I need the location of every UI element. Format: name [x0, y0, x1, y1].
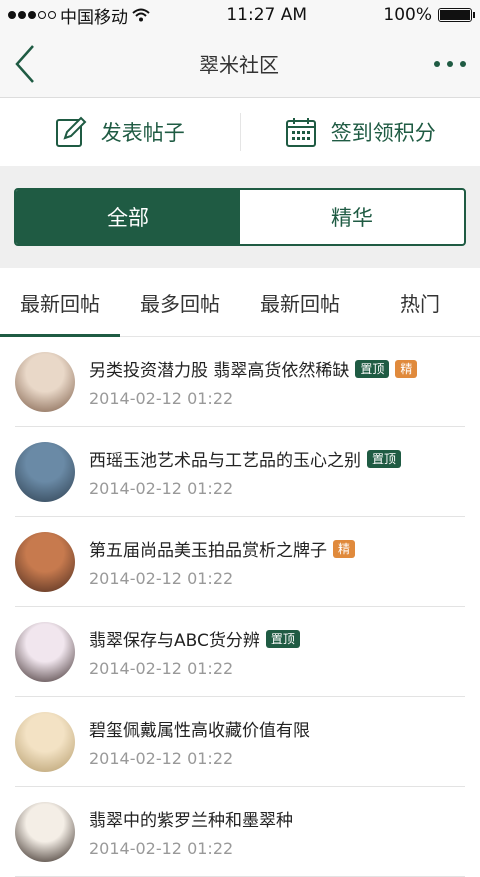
post-title-row: 第五届尚品美玉拍品赏析之牌子精 — [89, 536, 355, 561]
carrier-label: 中国移动 — [60, 3, 128, 28]
checkin-button[interactable]: 签到领积分 — [241, 116, 480, 148]
battery-icon — [438, 8, 472, 22]
list-item[interactable]: 翡翠中的紫罗兰种和墨翠种 2014-02-12 01:22 — [0, 787, 480, 877]
post-title-row: 翡翠保存与ABC货分辨置顶 — [89, 626, 300, 651]
tab-latest-reply[interactable]: 最新回帖 — [0, 268, 120, 336]
post-title: 碧玺佩戴属性高收藏价值有限 — [89, 716, 310, 741]
avatar — [15, 442, 75, 502]
segment-featured[interactable]: 精华 — [240, 190, 464, 244]
avatar — [15, 352, 75, 412]
checkin-label: 签到领积分 — [331, 117, 436, 147]
post-date: 2014-02-12 01:22 — [89, 749, 310, 768]
list-item[interactable]: 第五届尚品美玉拍品赏析之牌子精 2014-02-12 01:22 — [0, 517, 480, 607]
pinned-badge: 置顶 — [266, 630, 300, 648]
list-item[interactable]: 西瑶玉池艺术品与工艺品的玉心之别置顶 2014-02-12 01:22 — [0, 427, 480, 517]
list-item[interactable]: 翡翠保存与ABC货分辨置顶 2014-02-12 01:22 — [0, 607, 480, 697]
post-info: 翡翠中的紫罗兰种和墨翠种 2014-02-12 01:22 — [89, 806, 293, 858]
pinned-badge: 置顶 — [367, 450, 401, 468]
post-date: 2014-02-12 01:22 — [89, 479, 401, 498]
signal-icon — [8, 11, 56, 19]
post-title: 另类投资潜力股 翡翠高货依然稀缺 — [89, 356, 349, 381]
chevron-left-icon — [14, 44, 36, 84]
tab-hot[interactable]: 热门 — [360, 268, 480, 336]
page-title: 翠米社区 — [199, 49, 279, 78]
post-info: 另类投资潜力股 翡翠高货依然稀缺置顶精 2014-02-12 01:22 — [89, 356, 417, 408]
post-title-row: 翡翠中的紫罗兰种和墨翠种 — [89, 806, 293, 831]
post-title-row: 碧玺佩戴属性高收藏价值有限 — [89, 716, 310, 741]
post-info: 第五届尚品美玉拍品赏析之牌子精 2014-02-12 01:22 — [89, 536, 355, 588]
segment-container: 全部 精华 — [0, 166, 480, 268]
avatar — [15, 532, 75, 592]
tab-most-reply[interactable]: 最多回帖 — [120, 268, 240, 336]
post-title: 翡翠保存与ABC货分辨 — [89, 626, 260, 651]
post-date: 2014-02-12 01:22 — [89, 389, 417, 408]
more-dot — [447, 61, 453, 67]
calendar-icon — [285, 116, 317, 148]
more-button[interactable] — [434, 61, 466, 67]
new-post-label: 发表帖子 — [101, 117, 185, 147]
post-date: 2014-02-12 01:22 — [89, 569, 355, 588]
new-post-button[interactable]: 发表帖子 — [0, 116, 240, 148]
more-dot — [434, 61, 440, 67]
status-bar: 中国移动 11:27 AM 100% — [0, 0, 480, 30]
post-title: 第五届尚品美玉拍品赏析之牌子 — [89, 536, 327, 561]
essence-badge: 精 — [395, 360, 417, 378]
action-bar: 发表帖子 签到领积分 — [0, 98, 480, 166]
post-date: 2014-02-12 01:22 — [89, 839, 293, 858]
tab-bar: 最新回帖 最多回帖 最新回帖 热门 — [0, 268, 480, 337]
list-item[interactable]: 另类投资潜力股 翡翠高货依然稀缺置顶精 2014-02-12 01:22 — [0, 337, 480, 427]
avatar — [15, 802, 75, 862]
post-title-row: 西瑶玉池艺术品与工艺品的玉心之别置顶 — [89, 446, 401, 471]
status-left: 中国移动 — [8, 3, 150, 28]
avatar — [15, 622, 75, 682]
post-title: 西瑶玉池艺术品与工艺品的玉心之别 — [89, 446, 361, 471]
clock: 11:27 AM — [226, 5, 307, 25]
post-info: 翡翠保存与ABC货分辨置顶 2014-02-12 01:22 — [89, 626, 300, 678]
back-button[interactable] — [14, 44, 44, 84]
post-info: 碧玺佩戴属性高收藏价值有限 2014-02-12 01:22 — [89, 716, 310, 768]
segment-all[interactable]: 全部 — [16, 190, 240, 244]
post-list: 另类投资潜力股 翡翠高货依然稀缺置顶精2014-02-12 01:22西瑶玉池艺… — [0, 337, 480, 877]
avatar — [15, 712, 75, 772]
more-dot — [460, 61, 466, 67]
segment-control: 全部 精华 — [14, 188, 466, 246]
wifi-icon — [132, 8, 150, 22]
essence-badge: 精 — [333, 540, 355, 558]
pinned-badge: 置顶 — [355, 360, 389, 378]
battery-percent: 100% — [383, 5, 432, 25]
edit-icon — [55, 116, 87, 148]
tab-latest-reply-2[interactable]: 最新回帖 — [240, 268, 360, 336]
post-title-row: 另类投资潜力股 翡翠高货依然稀缺置顶精 — [89, 356, 417, 381]
list-item[interactable]: 碧玺佩戴属性高收藏价值有限 2014-02-12 01:22 — [0, 697, 480, 787]
post-date: 2014-02-12 01:22 — [89, 659, 300, 678]
status-right: 100% — [383, 5, 472, 25]
post-info: 西瑶玉池艺术品与工艺品的玉心之别置顶 2014-02-12 01:22 — [89, 446, 401, 498]
nav-bar: 翠米社区 — [0, 30, 480, 98]
post-title: 翡翠中的紫罗兰种和墨翠种 — [89, 806, 293, 831]
